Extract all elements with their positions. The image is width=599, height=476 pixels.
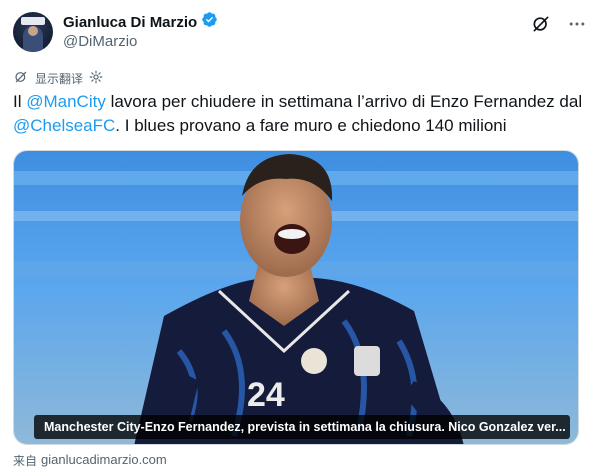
- verified-badge-icon: [201, 11, 218, 33]
- tweet-text-mid: lavora per chiudere in settimana l’arriv…: [105, 92, 583, 111]
- more-icon[interactable]: [566, 13, 588, 35]
- author-name[interactable]: Gianluca Di Marzio: [63, 14, 197, 31]
- svg-text:24: 24: [247, 376, 285, 414]
- mention-chelseafc[interactable]: @ChelseaFC: [13, 116, 115, 135]
- gear-icon[interactable]: [89, 70, 103, 87]
- translate-button[interactable]: 显示翻译: [35, 70, 83, 87]
- author-handle[interactable]: @DiMarzio: [63, 33, 137, 50]
- translate-icon[interactable]: [13, 69, 29, 88]
- name-row: Gianluca Di Marzio: [63, 11, 218, 33]
- tweet-header: Gianluca Di Marzio @DiMarzio: [13, 9, 588, 55]
- link-card[interactable]: 24 Manchester City-Enzo Fernandez, previ…: [13, 150, 579, 445]
- card-image: 24: [14, 151, 578, 444]
- grok-icon[interactable]: [530, 13, 552, 35]
- source-domain[interactable]: gianlucadimarzio.com: [41, 452, 167, 469]
- translate-row: 显示翻译: [13, 69, 103, 88]
- avatar-face: [28, 26, 38, 36]
- tweet-text-prefix: Il: [13, 92, 27, 111]
- avatar-logo: [21, 17, 45, 25]
- tweet-text-suffix: . I blues provano a fare muro e chiedono…: [115, 116, 507, 135]
- top-actions: [530, 13, 588, 35]
- avatar[interactable]: [13, 12, 53, 52]
- mention-mancity[interactable]: @ManCity: [26, 92, 106, 111]
- source-prefix: 来自: [13, 454, 38, 468]
- card-caption: Manchester City-Enzo Fernandez, prevista…: [34, 415, 570, 439]
- tweet-text: Il @ManCity lavora per chiudere in setti…: [13, 90, 588, 138]
- card-source[interactable]: 来自 gianlucadimarzio.com: [13, 452, 167, 469]
